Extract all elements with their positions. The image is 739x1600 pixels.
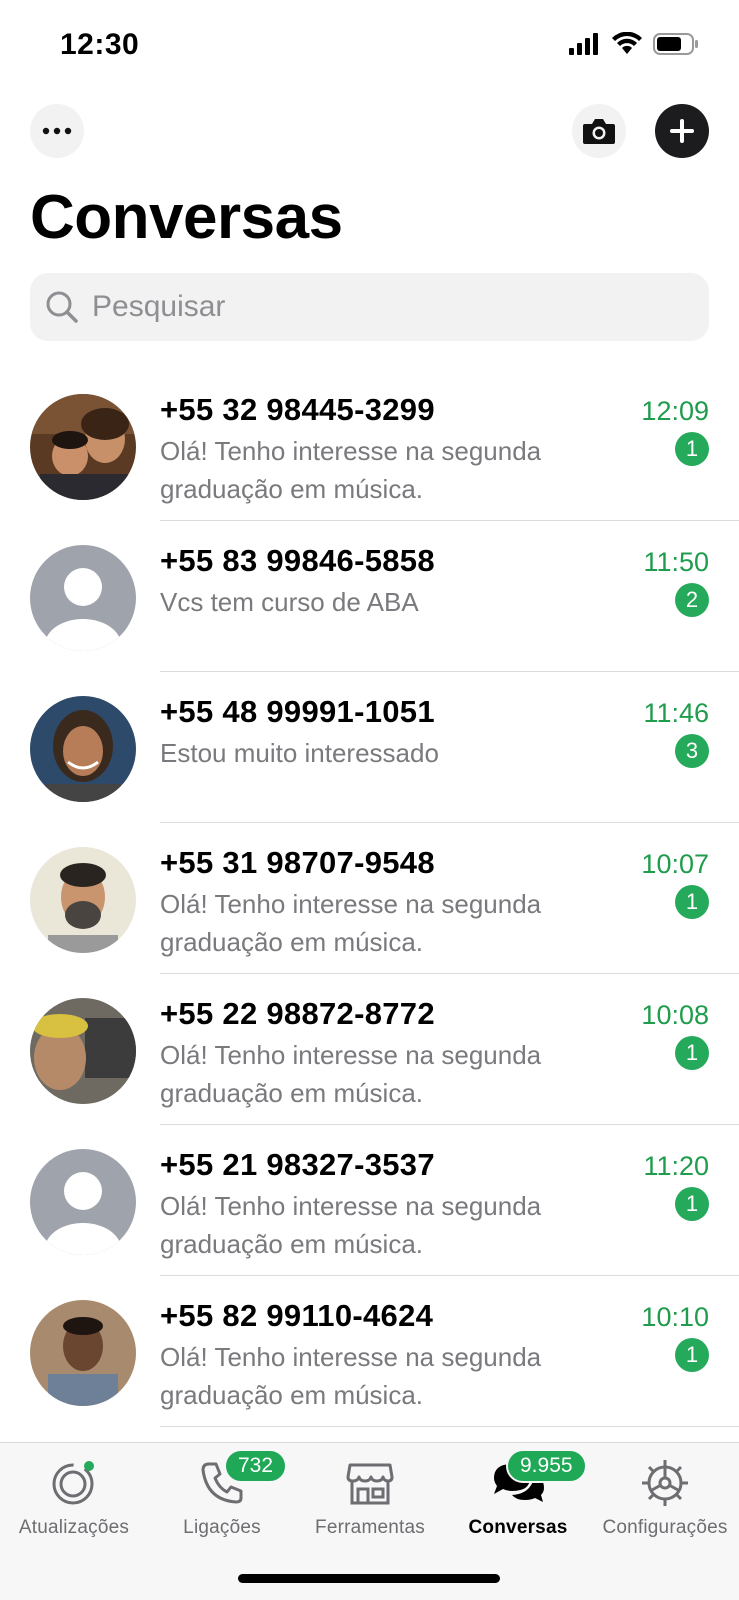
unread-badge: 2 [675, 583, 709, 617]
battery-icon [653, 33, 698, 55]
new-chat-button[interactable] [655, 104, 709, 158]
search-icon [44, 289, 80, 325]
more-options-button[interactable] [30, 104, 84, 158]
tab-label: Atualizações [18, 1517, 130, 1538]
camera-button[interactable] [572, 104, 626, 158]
tab-label: Configurações [602, 1517, 728, 1538]
unread-badge: 1 [675, 1338, 709, 1372]
chat-last-message: Olá! Tenho interesse na segunda graduaçã… [160, 1040, 542, 1108]
status-icons [569, 32, 699, 56]
tab-conversas[interactable]: Conversas 9.955 [444, 1443, 592, 1553]
tab-ligacoes[interactable]: Ligações 732 [148, 1443, 296, 1553]
wifi-icon [612, 32, 642, 54]
chat-name: +55 82 99110-4624 [160, 1298, 434, 1333]
chat-time: 11:50 [643, 547, 709, 577]
ellipsis-icon [42, 127, 72, 135]
chat-time: 12:09 [641, 396, 709, 426]
chat-row[interactable]: +55 48 99991-1051 Estou muito interessad… [0, 672, 739, 823]
divider [160, 1426, 739, 1427]
calls-badge: 732 [224, 1449, 288, 1483]
chat-time: 10:10 [641, 1302, 709, 1332]
chat-name: +55 83 99846-5858 [160, 543, 435, 578]
status-bar: 12:30 [0, 0, 739, 90]
tab-label: Conversas [468, 1517, 568, 1538]
chat-row[interactable]: +55 83 99846-5858 Vcs tem curso de ABA 1… [0, 521, 739, 672]
chat-last-message: Estou muito interessado [160, 738, 439, 768]
chat-time: 11:20 [643, 1151, 709, 1181]
search-bar[interactable]: Pesquisar [30, 273, 709, 341]
chat-row[interactable]: +55 21 98327-3537 Olá! Tenho interesse n… [0, 1125, 739, 1276]
unread-badge: 3 [675, 734, 709, 768]
chat-last-message: Vcs tem curso de ABA [160, 587, 419, 617]
home-indicator [238, 1574, 500, 1583]
page-title: Conversas [30, 183, 343, 252]
avatar [30, 1300, 136, 1406]
chat-row[interactable]: +55 31 98707-9548 Olá! Tenho interesse n… [0, 823, 739, 974]
unread-badge: 1 [675, 1187, 709, 1221]
chat-last-message: Olá! Tenho interesse na segunda graduaçã… [160, 1191, 542, 1259]
chat-last-message: Olá! Tenho interesse na segunda graduaçã… [160, 436, 542, 504]
unread-badge: 1 [675, 432, 709, 466]
avatar [30, 847, 136, 953]
tab-label: Ligações [183, 1517, 261, 1538]
chat-name: +55 32 98445-3299 [160, 392, 435, 427]
unread-badge: 1 [675, 1036, 709, 1070]
plus-icon [670, 119, 694, 143]
avatar [30, 998, 136, 1104]
unread-badge: 1 [675, 885, 709, 919]
chats-badge: 9.955 [506, 1449, 587, 1483]
gear-icon [637, 1457, 693, 1509]
tab-ferramentas[interactable]: Ferramentas [296, 1443, 444, 1553]
chat-time: 10:07 [641, 849, 709, 879]
store-icon [342, 1457, 398, 1509]
status-icon [46, 1457, 102, 1509]
chat-last-message: Olá! Tenho interesse na segunda graduaçã… [160, 1342, 542, 1410]
search-input[interactable]: Pesquisar [92, 290, 225, 324]
default-avatar-icon [30, 545, 136, 651]
chat-name: +55 31 98707-9548 [160, 845, 435, 880]
chat-name: +55 22 98872-8772 [160, 996, 435, 1031]
chat-time: 10:08 [641, 1000, 709, 1030]
signal-icon [569, 33, 598, 55]
chat-row[interactable]: +55 82 99110-4624 Olá! Tenho interesse n… [0, 1276, 739, 1427]
chat-row[interactable]: +55 22 98872-8772 Olá! Tenho interesse n… [0, 974, 739, 1125]
default-avatar-icon [30, 1149, 136, 1255]
chat-name: +55 21 98327-3537 [160, 1147, 435, 1182]
tab-label: Ferramentas [315, 1517, 425, 1538]
tab-configuracoes[interactable]: Configurações [591, 1443, 739, 1553]
chat-name: +55 48 99991-1051 [160, 694, 435, 729]
chat-row[interactable]: +55 32 98445-3299 Olá! Tenho interesse n… [0, 370, 739, 521]
camera-icon [583, 119, 615, 144]
avatar [30, 696, 136, 802]
chat-time: 11:46 [643, 698, 709, 728]
avatar [30, 394, 136, 500]
tab-atualizacoes[interactable]: Atualizações [0, 1443, 148, 1553]
chat-last-message: Olá! Tenho interesse na segunda graduaçã… [160, 889, 542, 957]
chat-list: +55 32 98445-3299 Olá! Tenho interesse n… [0, 370, 739, 1427]
status-time: 12:30 [60, 28, 140, 61]
